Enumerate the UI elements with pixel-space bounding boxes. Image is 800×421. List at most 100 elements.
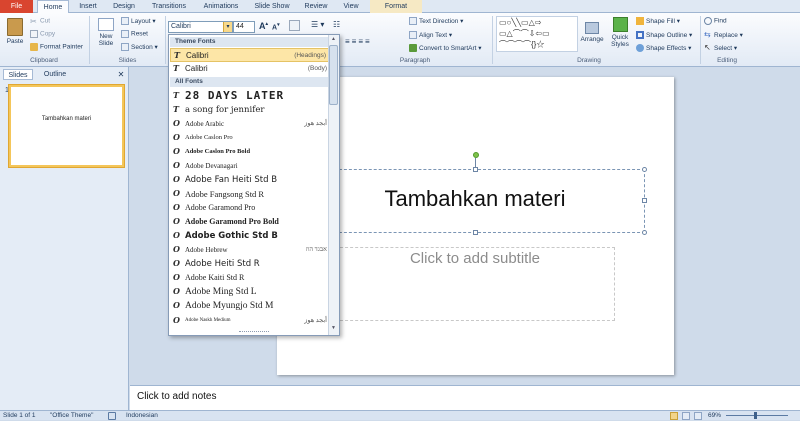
cut-button[interactable]: ✂ Cut — [30, 17, 50, 26]
ribbon-divider — [700, 16, 701, 64]
shapes-gallery[interactable]: ▭○╲╲▭△⇨ ▭△⌒⌒⇩⇦▭ ⌒⌒⌒⌒{}☆ — [496, 16, 578, 52]
resize-handle[interactable] — [642, 167, 647, 172]
font-item[interactable]: Ta song for jennifer — [170, 103, 330, 117]
font-item[interactable]: O Adobe Kaiti Std R — [170, 271, 330, 285]
subtitle-text: Click to add subtitle — [409, 250, 541, 267]
font-item[interactable]: T Calibri (Body) — [170, 62, 330, 76]
rotation-handle[interactable] — [473, 152, 479, 158]
normal-view-icon[interactable] — [670, 412, 678, 420]
font-name-input[interactable]: Calibri ▾ — [168, 21, 233, 33]
resize-handle[interactable] — [642, 198, 647, 203]
font-size-input[interactable]: 44 — [233, 21, 255, 33]
font-item[interactable]: O Adobe Ming Std L — [170, 285, 330, 299]
opentype-font-icon: O — [173, 230, 180, 240]
clipboard-group-label: Clipboard — [30, 57, 58, 64]
font-item-tag: (Headings) — [294, 52, 326, 59]
opentype-font-icon: O — [173, 272, 180, 282]
font-item[interactable]: O Adobe Garamond Pro — [170, 201, 330, 215]
shape-effects-button[interactable]: Shape Effects ▾ — [636, 44, 691, 53]
reading-view-icon[interactable] — [694, 412, 702, 420]
resize-handle[interactable] — [642, 230, 647, 235]
chevron-down-icon[interactable]: ▾ — [223, 22, 232, 32]
smartart-icon — [409, 44, 417, 53]
text-direction-button[interactable]: Text Direction ▾ — [409, 17, 463, 26]
font-item[interactable]: O Adobe Naskh Medium أبجد هوز — [170, 314, 330, 328]
tab-file[interactable]: File — [0, 0, 33, 13]
reset-button[interactable]: Reset — [121, 30, 148, 38]
tab-design[interactable]: Design — [108, 0, 140, 13]
zoom-slider-thumb[interactable] — [754, 412, 757, 419]
notes-pane[interactable]: Click to add notes — [130, 385, 800, 410]
font-item[interactable]: O Adobe Myungjo Std M — [170, 299, 330, 313]
font-item[interactable]: O Adobe Arabic أبجد هوز — [170, 117, 330, 131]
tab-insert[interactable]: Insert — [72, 0, 104, 13]
format-painter-label: Format Painter — [40, 43, 83, 51]
slide-thumbnail[interactable] — [9, 85, 124, 167]
status-bar: Slide 1 of 1 "Office Theme" Indonesian 6… — [0, 410, 800, 420]
font-item[interactable]: O Adobe Hebrew אבגד הוז — [170, 243, 330, 257]
paste-button[interactable]: Paste — [4, 18, 26, 45]
shrink-font-icon[interactable]: A▾ — [272, 22, 280, 31]
font-item-name: Adobe Garamond Pro — [185, 203, 256, 212]
tab-transitions[interactable]: Transitions — [146, 0, 192, 13]
theme-font-icon: T — [174, 50, 180, 60]
font-item-name: Adobe Heiti Std R — [185, 259, 260, 269]
tab-format[interactable]: Format — [370, 0, 422, 13]
resize-grip[interactable] — [239, 331, 269, 334]
resize-handle[interactable] — [473, 167, 478, 172]
arrange-button[interactable]: Arrange — [580, 22, 604, 43]
font-item-name: Adobe Gothic Std B — [185, 231, 278, 241]
resize-handle[interactable] — [473, 230, 478, 235]
font-item[interactable]: O Adobe Devanagari — [170, 159, 330, 173]
font-item[interactable]: O Adobe Garamond Pro Bold — [170, 215, 330, 229]
opentype-font-icon: O — [173, 146, 180, 156]
font-item[interactable]: O Adobe Fan Heiti Std B — [170, 173, 330, 187]
sorter-view-icon[interactable] — [682, 412, 690, 420]
close-icon[interactable]: ✕ — [116, 69, 126, 80]
font-item[interactable]: T 28 DAYS LATER — [170, 89, 330, 103]
align-icons[interactable]: ≡≡≡≡ — [345, 37, 372, 46]
align-text-button[interactable]: Align Text ▾ — [409, 31, 452, 40]
text-direction-label: Text Direction — [419, 18, 459, 25]
tab-slides[interactable]: Slides — [3, 69, 33, 80]
spellcheck-icon[interactable] — [108, 412, 116, 420]
find-button[interactable]: Find — [704, 17, 727, 25]
reset-label: Reset — [131, 30, 148, 38]
grow-font-icon[interactable]: A▴ — [259, 21, 268, 31]
font-item[interactable]: O Adobe Heiti Std R — [170, 257, 330, 271]
font-list-scroll-thumb[interactable] — [329, 45, 338, 105]
convert-smartart-button[interactable]: Convert to SmartArt ▾ — [409, 44, 482, 53]
layout-button[interactable]: Layout ▾ — [121, 17, 156, 26]
numbering-icon[interactable]: ☷ — [333, 20, 340, 29]
font-item[interactable]: O Adobe Caslon Pro — [170, 131, 330, 145]
tab-review[interactable]: Review — [300, 0, 332, 13]
scroll-up-icon[interactable]: ▲ — [329, 35, 338, 44]
paste-label: Paste — [6, 38, 24, 45]
opentype-font-icon: O — [173, 286, 180, 296]
tab-animations[interactable]: Animations — [198, 0, 244, 13]
copy-button[interactable]: Copy — [30, 30, 55, 38]
quick-styles-button[interactable]: Quick Styles — [607, 17, 633, 48]
bullets-icon[interactable]: ☰ ▾ — [311, 20, 324, 29]
scroll-down-icon[interactable]: ▼ — [329, 324, 338, 333]
shape-outline-button[interactable]: Shape Outline ▾ — [636, 31, 692, 40]
scissors-icon: ✂ — [30, 17, 37, 26]
tab-slide-show[interactable]: Slide Show — [250, 0, 294, 13]
align-text-icon — [409, 31, 417, 40]
format-painter-button[interactable]: Format Painter — [30, 43, 83, 51]
font-item[interactable]: T Calibri (Headings) — [170, 48, 330, 62]
section-button[interactable]: Section ▾ — [121, 43, 158, 52]
clear-formatting-icon[interactable] — [289, 20, 300, 31]
tab-outline[interactable]: Outline — [36, 69, 74, 80]
zoom-slider[interactable] — [726, 415, 788, 416]
replace-button[interactable]: ⇆ Replace ▾ — [704, 31, 743, 39]
new-slide-button[interactable]: New Slide — [94, 18, 118, 47]
tab-home[interactable]: Home — [37, 0, 69, 14]
shape-fill-button[interactable]: Shape Fill ▾ — [636, 17, 680, 26]
font-item[interactable]: O Adobe Gothic Std B — [170, 229, 330, 243]
select-button[interactable]: ↖ Select ▾ — [704, 44, 737, 52]
tab-view[interactable]: View — [336, 0, 366, 13]
opentype-font-icon: O — [173, 244, 180, 254]
font-item[interactable]: O Adobe Fangsong Std R — [170, 187, 330, 201]
font-item[interactable]: O Adobe Caslon Pro Bold — [170, 145, 330, 159]
